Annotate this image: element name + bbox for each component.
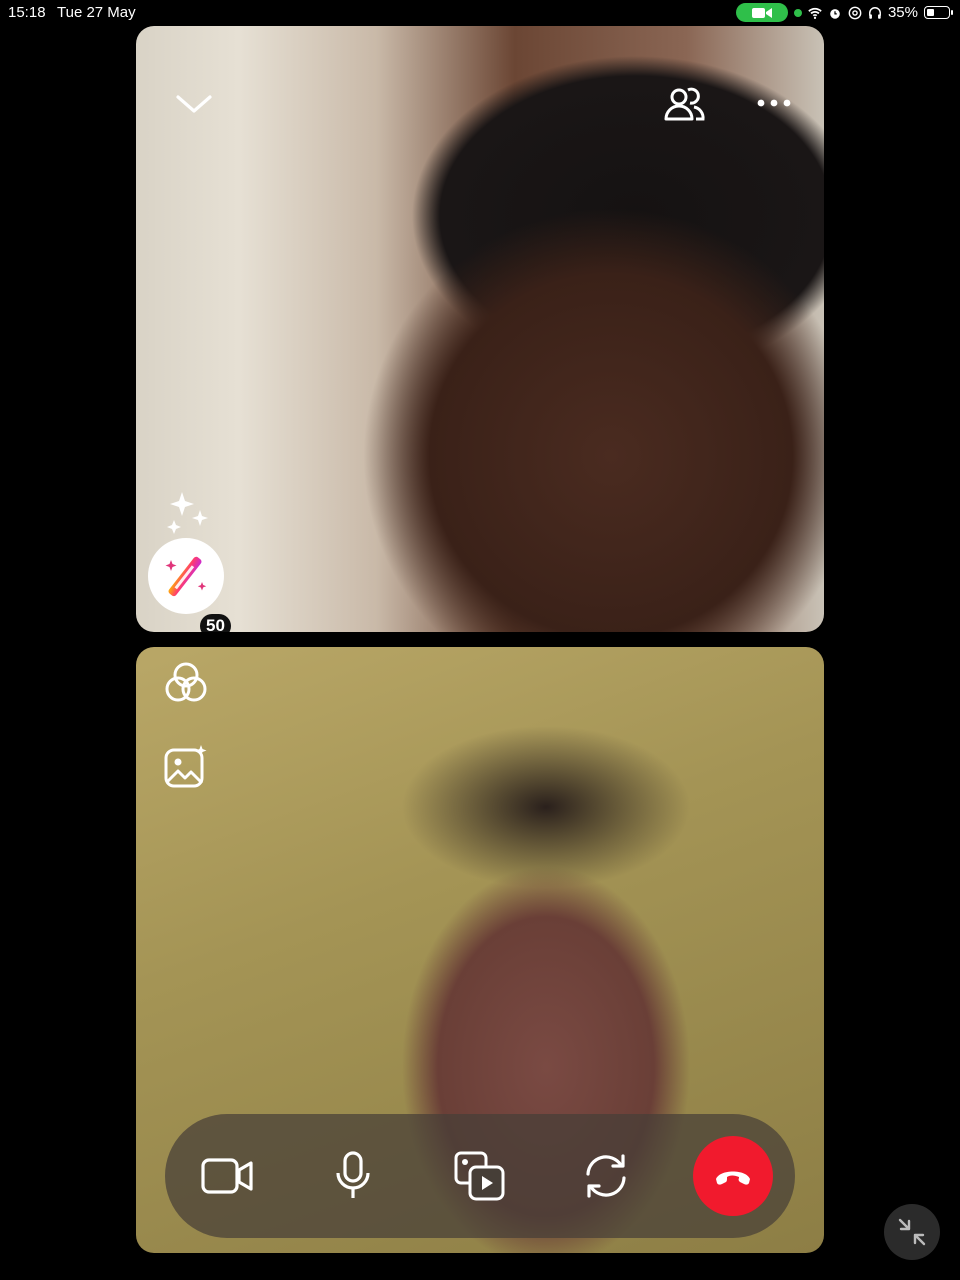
effects-count-badge: 50: [200, 614, 231, 632]
camera-toggle-button[interactable]: [191, 1140, 263, 1212]
switch-camera-button[interactable]: [570, 1140, 642, 1212]
active-call-indicator[interactable]: [735, 3, 788, 22]
battery-icon: [924, 6, 953, 19]
share-media-icon: [454, 1151, 505, 1201]
share-media-button[interactable]: [444, 1140, 516, 1212]
headphones-icon: [869, 6, 881, 19]
privacy-dot-icon: [793, 8, 802, 17]
ai-effects-button[interactable]: [162, 488, 212, 538]
collapse-call-button[interactable]: [172, 86, 216, 122]
wifi-icon: [808, 7, 822, 19]
chevron-down-icon: [176, 95, 212, 113]
background-button[interactable]: [162, 743, 210, 791]
status-time: 15:18: [8, 4, 46, 21]
video-call-icon: [751, 7, 772, 18]
remote-video: 50: [136, 26, 824, 632]
filters-icon: [165, 662, 207, 702]
status-bar: 15:18 Tue 27 May 35%: [0, 0, 960, 26]
status-date: Tue 27 May: [57, 4, 136, 21]
more-icon: [757, 99, 791, 107]
participants-button[interactable]: [662, 82, 708, 126]
more-options-button[interactable]: [752, 88, 796, 118]
call-controls-bar: [165, 1114, 795, 1238]
filters-button[interactable]: [162, 659, 210, 707]
effects-button[interactable]: [148, 538, 224, 614]
magic-wand-icon: [165, 556, 207, 597]
sparkles-icon: [167, 492, 208, 534]
status-icons: 35%: [735, 3, 953, 22]
end-call-icon: [716, 1171, 750, 1185]
image-sparkle-icon: [164, 745, 207, 788]
end-call-button[interactable]: [693, 1136, 773, 1216]
minimize-button[interactable]: [884, 1204, 940, 1260]
minimize-icon: [898, 1218, 926, 1246]
microphone-toggle-button[interactable]: [317, 1140, 389, 1212]
switch-camera-icon: [586, 1154, 626, 1198]
camera-icon: [201, 1158, 253, 1194]
alarm-icon: [830, 8, 840, 19]
battery-percent: 35%: [887, 4, 918, 21]
microphone-icon: [336, 1151, 370, 1198]
at-sign-icon: [848, 6, 862, 19]
people-icon: [664, 87, 705, 121]
